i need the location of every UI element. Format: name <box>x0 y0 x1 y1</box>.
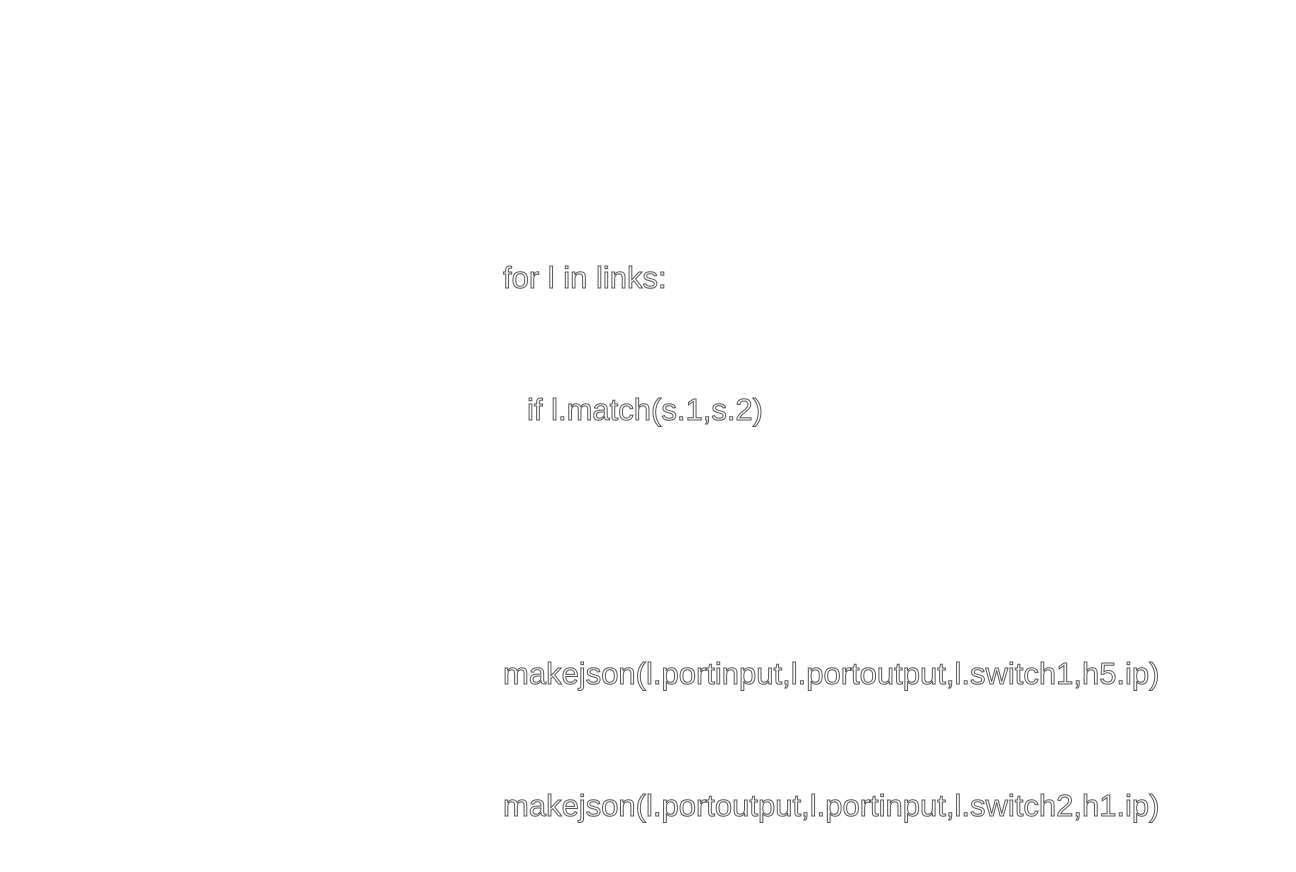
code-snippet: for l in links: if l.match(s.1,s.2) make… <box>503 168 1160 872</box>
code-line-makejson-2: makejson(l.portoutput,l.portinput,l.swit… <box>503 788 1160 824</box>
code-line-makejson-1: makejson(l.portinput,l.portoutput,l.swit… <box>503 656 1160 692</box>
code-line-for-loop: for l in links: <box>503 260 668 296</box>
code-line-if-match: if l.match(s.1,s.2) <box>527 392 764 428</box>
